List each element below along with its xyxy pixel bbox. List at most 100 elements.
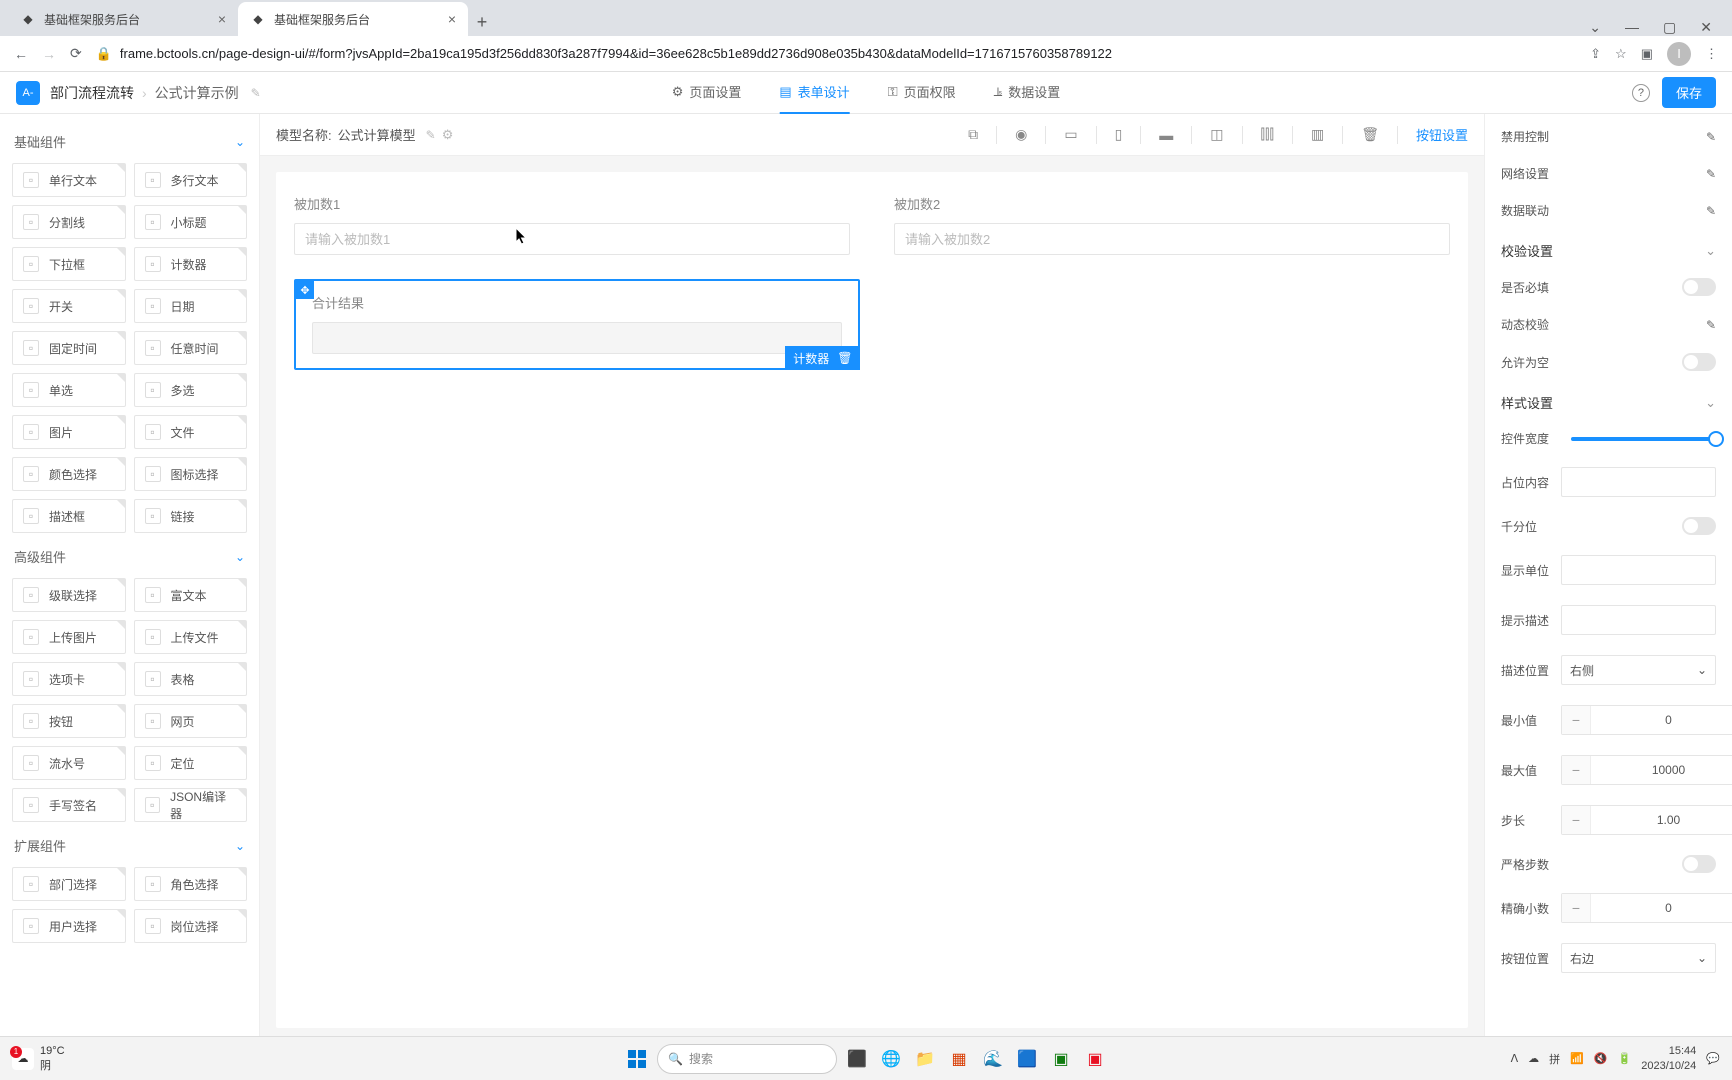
app-icon[interactable]: 🟦 — [1013, 1045, 1041, 1073]
adv-comp-11[interactable]: ▫JSON编译器 — [134, 788, 248, 822]
delete-icon[interactable]: 🗑 — [837, 351, 852, 365]
section-validation[interactable]: 校验设置⌄ — [1485, 229, 1732, 268]
group-advanced[interactable]: 高级组件⌄ — [0, 537, 259, 574]
preview-icon[interactable]: ◉ — [1015, 126, 1027, 143]
strict-step-toggle[interactable] — [1682, 855, 1716, 873]
adv-comp-8[interactable]: ▫流水号 — [12, 746, 126, 780]
notifications-icon[interactable]: 💬 — [1706, 1052, 1720, 1065]
min-stepper[interactable]: −+ — [1561, 705, 1732, 735]
adv-comp-6[interactable]: ▫按钮 — [12, 704, 126, 738]
taskbar-search[interactable]: 🔍搜索 — [657, 1044, 837, 1074]
basic-comp-16[interactable]: ▫描述框 — [12, 499, 126, 533]
adv-comp-1[interactable]: ▫富文本 — [134, 578, 248, 612]
share-icon[interactable]: ⇪ — [1590, 46, 1601, 62]
tab-page-permission[interactable]: ⚿页面权限 — [888, 72, 956, 114]
adv-comp-3[interactable]: ▫上传文件 — [134, 620, 248, 654]
basic-comp-0[interactable]: ▫单行文本 — [12, 163, 126, 197]
forward-icon[interactable]: → — [42, 46, 56, 62]
gear-icon[interactable]: ⚙ — [442, 127, 454, 143]
clock[interactable]: 15:44 2023/10/24 — [1641, 1044, 1696, 1073]
basic-comp-9[interactable]: ▫任意时间 — [134, 331, 248, 365]
basic-comp-12[interactable]: ▫图片 — [12, 415, 126, 449]
close-tab-icon[interactable]: × — [218, 11, 226, 27]
adv-comp-7[interactable]: ▫网页 — [134, 704, 248, 738]
ext-comp-3[interactable]: ▫岗位选择 — [134, 909, 248, 943]
browser-tab-active[interactable]: ◆ 基础框架服务后台 × — [238, 2, 468, 36]
edit-icon[interactable]: ✎ — [1706, 130, 1716, 144]
app-icon[interactable]: ▣ — [1081, 1045, 1109, 1073]
app-icon[interactable]: ▣ — [1047, 1045, 1075, 1073]
edit-icon[interactable]: ✎ — [1706, 167, 1716, 181]
basic-comp-4[interactable]: ▫下拉框 — [12, 247, 126, 281]
layout-4col-icon[interactable]: ▥ — [1311, 126, 1324, 143]
basic-comp-17[interactable]: ▫链接 — [134, 499, 248, 533]
layout-3col-icon[interactable]: ⫿⫿⫿ — [1261, 126, 1274, 143]
window-maximize-icon[interactable]: ▢ — [1663, 19, 1676, 36]
basic-comp-2[interactable]: ▫分割线 — [12, 205, 126, 239]
precision-stepper[interactable]: −+ — [1561, 893, 1732, 923]
hint-input[interactable] — [1561, 605, 1716, 635]
tray-chevron-icon[interactable]: ᐱ — [1511, 1052, 1519, 1065]
save-button[interactable]: 保存 — [1662, 77, 1716, 108]
group-basic[interactable]: 基础组件⌄ — [0, 122, 259, 159]
unit-input[interactable] — [1561, 555, 1716, 585]
back-icon[interactable]: ← — [14, 46, 28, 62]
edge-icon[interactable]: 🌊 — [979, 1045, 1007, 1073]
basic-comp-10[interactable]: ▫单选 — [12, 373, 126, 407]
start-button[interactable] — [623, 1045, 651, 1073]
help-icon[interactable]: ? — [1632, 84, 1650, 102]
edit-icon[interactable]: ✎ — [426, 128, 436, 142]
button-position-select[interactable]: 右边⌄ — [1561, 943, 1716, 973]
device-desktop-icon[interactable]: ▭ — [1064, 126, 1077, 143]
max-stepper[interactable]: −+ — [1561, 755, 1732, 785]
bookmark-icon[interactable]: ☆ — [1615, 46, 1627, 62]
decrement-button[interactable]: − — [1562, 894, 1590, 922]
window-close-icon[interactable]: ✕ — [1700, 19, 1712, 36]
adv-comp-2[interactable]: ▫上传图片 — [12, 620, 126, 654]
weather-widget[interactable]: ☁1 19°C 阴 — [12, 1045, 65, 1073]
breadcrumb-item[interactable]: 公式计算示例 — [155, 83, 239, 103]
addend1-input[interactable] — [294, 223, 850, 255]
reload-icon[interactable]: ⟳ — [70, 45, 82, 62]
basic-comp-5[interactable]: ▫计数器 — [134, 247, 248, 281]
new-tab-button[interactable]: + — [468, 8, 496, 36]
width-slider[interactable] — [1571, 437, 1716, 441]
section-style[interactable]: 样式设置⌄ — [1485, 381, 1732, 420]
layout-1col-icon[interactable]: ▬ — [1159, 127, 1173, 143]
addend2-input[interactable] — [894, 223, 1450, 255]
extension-icon[interactable]: ▣ — [1641, 46, 1653, 62]
browser-tab[interactable]: ◆ 基础框架服务后台 × — [8, 2, 238, 36]
explorer-icon[interactable]: 📁 — [911, 1045, 939, 1073]
edit-icon[interactable]: ✎ — [251, 86, 261, 100]
tab-form-design[interactable]: ▤表单设计 — [779, 72, 849, 114]
decrement-button[interactable]: − — [1562, 706, 1590, 734]
layout-2col-icon[interactable]: ◫ — [1210, 126, 1223, 143]
edit-icon[interactable]: ✎ — [1706, 204, 1716, 218]
basic-comp-14[interactable]: ▫颜色选择 — [12, 457, 126, 491]
adv-comp-5[interactable]: ▫表格 — [134, 662, 248, 696]
chrome-icon[interactable]: 🌐 — [877, 1045, 905, 1073]
basic-comp-3[interactable]: ▫小标题 — [134, 205, 248, 239]
basic-comp-1[interactable]: ▫多行文本 — [134, 163, 248, 197]
basic-comp-8[interactable]: ▫固定时间 — [12, 331, 126, 365]
wifi-icon[interactable]: 📶 — [1570, 1052, 1584, 1065]
onedrive-icon[interactable]: ☁ — [1528, 1052, 1539, 1065]
taskview-icon[interactable]: ⬛ — [843, 1045, 871, 1073]
ext-comp-0[interactable]: ▫部门选择 — [12, 867, 126, 901]
adv-comp-9[interactable]: ▫定位 — [134, 746, 248, 780]
required-toggle[interactable] — [1682, 278, 1716, 296]
button-settings-link[interactable]: 按钮设置 — [1416, 125, 1468, 144]
selected-field-counter[interactable]: ✥ 合计结果 计数器 🗑 — [294, 279, 860, 370]
volume-icon[interactable]: 🔇 — [1594, 1052, 1608, 1065]
battery-icon[interactable]: 🔋 — [1618, 1052, 1632, 1065]
close-tab-icon[interactable]: × — [448, 11, 456, 27]
basic-comp-15[interactable]: ▫图标选择 — [134, 457, 248, 491]
drag-handle-icon[interactable]: ✥ — [296, 281, 314, 299]
breadcrumb-root[interactable]: 部门流程流转 — [50, 83, 134, 103]
thousands-toggle[interactable] — [1682, 517, 1716, 535]
menu-icon[interactable]: ⋮ — [1705, 46, 1718, 62]
device-mobile-icon[interactable]: ▯ — [1115, 126, 1123, 143]
tab-page-settings[interactable]: ⚙页面设置 — [672, 72, 742, 114]
decrement-button[interactable]: − — [1562, 806, 1590, 834]
basic-comp-11[interactable]: ▫多选 — [134, 373, 248, 407]
